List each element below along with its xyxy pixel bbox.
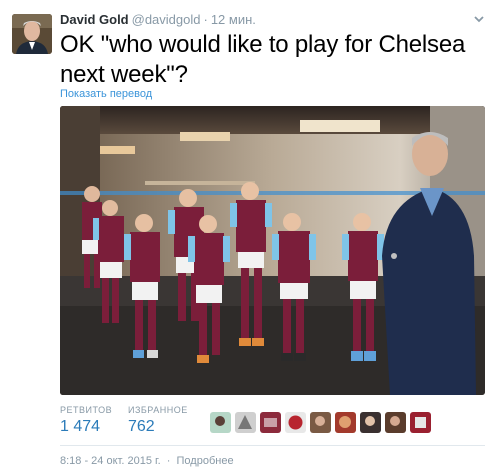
- tweet-card: David Gold @davidgold · 12 мин. OK "who wou…: [0, 0, 500, 475]
- retweets-count: 1 474: [60, 418, 101, 435]
- liker-avatar[interactable]: [335, 412, 356, 433]
- author-avatar[interactable]: [12, 14, 52, 54]
- footer-separator: ·: [166, 455, 171, 467]
- liker-avatar[interactable]: [260, 412, 281, 433]
- translate-link[interactable]: Показать перевод: [60, 88, 152, 100]
- chevron-down-icon[interactable]: [472, 12, 486, 26]
- tweet-text: OK "who would like to play for Chelsea n…: [60, 31, 466, 88]
- liker-avatar[interactable]: [235, 412, 256, 433]
- tweet-photo[interactable]: [60, 106, 485, 395]
- liker-avatar[interactable]: [410, 412, 431, 433]
- author-name[interactable]: David Gold: [60, 12, 129, 27]
- liker-avatar[interactable]: [285, 412, 306, 433]
- likes-label: ИЗБРАННОЕ: [128, 405, 188, 415]
- tweet-footer: 8:18 - 24 окт. 2015 г. · Подробнее: [60, 455, 234, 467]
- liker-avatar[interactable]: [210, 412, 231, 433]
- liker-avatar[interactable]: [310, 412, 331, 433]
- retweets-stat[interactable]: РЕТВИТОВ 1 474: [60, 405, 112, 436]
- liker-avatar[interactable]: [360, 412, 381, 433]
- liker-avatars: [210, 412, 431, 433]
- divider: [60, 445, 485, 446]
- author-handle[interactable]: @davidgold: [132, 12, 201, 27]
- likes-count: 762: [128, 418, 155, 435]
- retweets-label: РЕТВИТОВ: [60, 405, 113, 415]
- likes-stat[interactable]: ИЗБРАННОЕ 762: [128, 405, 188, 436]
- details-link[interactable]: Подробнее: [177, 455, 234, 467]
- tweet-time[interactable]: 12 мин.: [211, 12, 256, 27]
- tweet-header: David Gold @davidgold · 12 мин.: [60, 12, 256, 27]
- header-separator: ·: [203, 12, 208, 27]
- tweet-timestamp[interactable]: 8:18 - 24 окт. 2015 г.: [60, 455, 161, 467]
- liker-avatar[interactable]: [385, 412, 406, 433]
